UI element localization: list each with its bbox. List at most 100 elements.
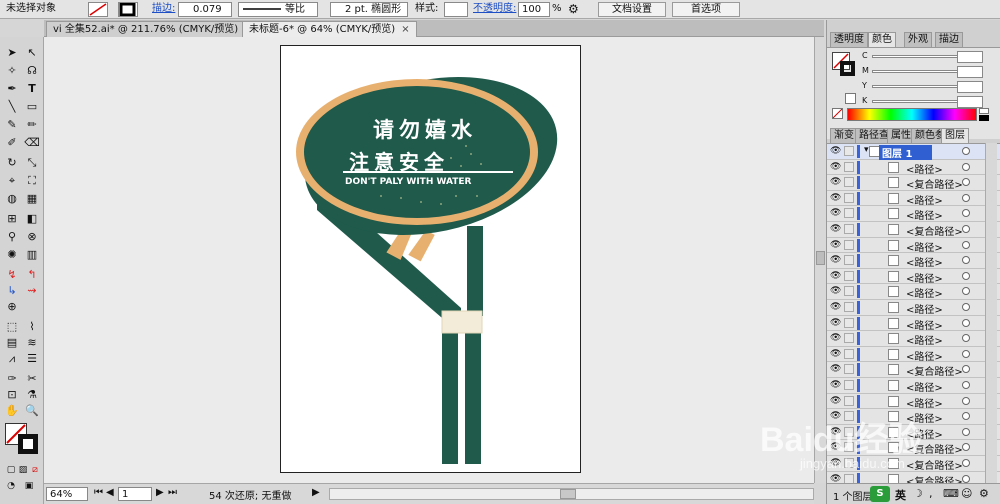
lock-toggle[interactable] — [844, 302, 854, 312]
eye-icon[interactable]: 👁 — [830, 349, 841, 359]
channel-c-field[interactable] — [957, 51, 983, 63]
zoom-field[interactable]: 64% — [46, 487, 88, 501]
custom-tool-b-icon[interactable]: ↰ — [23, 267, 41, 282]
fill-swatch[interactable] — [88, 2, 108, 17]
measure-tool-icon[interactable]: ✑ — [3, 371, 21, 386]
target-icon[interactable] — [962, 147, 970, 155]
vertical-scroll-thumb[interactable] — [816, 251, 825, 265]
layer-row[interactable]: 👁 <路径> — [827, 378, 1000, 394]
target-icon[interactable] — [962, 474, 970, 483]
recolor-icon[interactable]: ⚙ — [568, 2, 579, 17]
layer-row[interactable]: 👁 <路径> — [827, 159, 1000, 176]
white-swatch[interactable] — [979, 108, 989, 114]
lock-toggle[interactable] — [844, 224, 854, 234]
lock-toggle[interactable] — [844, 239, 854, 250]
layer-row[interactable]: 👁 <路径> — [827, 393, 1000, 410]
color-spectrum[interactable] — [847, 108, 977, 121]
target-icon[interactable] — [962, 443, 970, 452]
custom-tool-a-icon[interactable]: ↯ — [3, 267, 21, 282]
eye-icon[interactable]: 👁 — [830, 364, 841, 374]
tab-stroke[interactable]: 描边 — [935, 32, 963, 47]
ime-moon-icon[interactable]: ☽ — [913, 487, 923, 500]
first-page-icon[interactable]: ⏮ — [94, 487, 103, 498]
page-field[interactable]: 1 — [118, 487, 152, 501]
rotate-tool-icon[interactable]: ↻ — [3, 155, 21, 170]
free-transform-icon[interactable]: ⛶ — [23, 173, 41, 188]
eyedropper-icon[interactable]: ⚲ — [3, 229, 21, 244]
panel-stroke-icon[interactable] — [840, 61, 855, 76]
target-icon[interactable] — [962, 427, 970, 436]
target-icon[interactable] — [962, 193, 970, 202]
tab-untitled-6[interactable]: 未标题-6* @ 64% (CMYK/预览) × — [242, 21, 417, 37]
layer-row[interactable]: 👁 <路径> — [827, 315, 1000, 332]
layer-row[interactable]: 👁 <路径> — [827, 253, 1000, 269]
lock-toggle[interactable] — [844, 255, 854, 266]
shape-builder-icon[interactable]: ◍ — [3, 191, 21, 206]
lock-toggle[interactable] — [844, 348, 854, 359]
eraser-icon[interactable]: ⌫ — [23, 135, 41, 150]
paintbrush-icon[interactable]: ✎ — [3, 117, 21, 132]
target-icon[interactable] — [962, 381, 970, 389]
ime-settings-icon[interactable]: ⚙ — [979, 487, 989, 500]
variable-width-profile[interactable]: 等比 — [238, 2, 318, 17]
eye-icon[interactable]: 👁 — [830, 255, 841, 265]
lock-toggle[interactable] — [844, 270, 854, 281]
eye-icon[interactable]: 👁 — [830, 240, 841, 250]
opacity-field[interactable]: 100 — [518, 2, 550, 17]
eye-icon[interactable]: 👁 — [830, 271, 841, 281]
layer-row[interactable]: 👁 <路径> — [827, 346, 1000, 363]
artboard-tool-icon[interactable]: ⬚ — [3, 319, 21, 334]
eye-icon[interactable]: 👁 — [830, 333, 841, 343]
target-icon[interactable] — [962, 334, 970, 343]
black-swatch[interactable] — [979, 115, 989, 121]
none-swatch[interactable] — [832, 108, 843, 119]
target-icon[interactable] — [962, 162, 970, 171]
target-icon[interactable] — [962, 271, 970, 280]
horizontal-scrollbar[interactable] — [329, 488, 814, 500]
knife-tool-icon[interactable]: ✂ — [23, 371, 41, 386]
slice-tool-icon[interactable]: ⌇ — [23, 319, 41, 334]
ime-keyboard-icon[interactable]: ⌨ — [943, 487, 959, 500]
symbol-sprayer-icon[interactable]: ✺ — [3, 247, 21, 262]
eye-icon[interactable]: 👁 — [830, 302, 841, 312]
target-icon[interactable] — [962, 209, 970, 218]
selection-tool-icon[interactable]: ➤ — [3, 45, 21, 60]
pen-tool-icon[interactable]: ✒ — [3, 81, 21, 96]
target-icon[interactable] — [962, 287, 970, 296]
layer-row[interactable]: 👁 <路径> — [827, 331, 1000, 347]
lock-toggle[interactable] — [844, 286, 854, 297]
expand-icon[interactable]: ▾ — [864, 145, 869, 155]
ime-punct-icon[interactable]: , — [929, 487, 933, 500]
draw-normal-icon[interactable]: ◔ — [2, 479, 20, 494]
none-mode-icon[interactable]: ⧄ — [26, 463, 44, 478]
layer-row[interactable]: 👁 <复合路径> — [827, 175, 1000, 191]
target-icon[interactable] — [962, 318, 970, 327]
lock-toggle[interactable] — [844, 333, 854, 344]
target-icon[interactable] — [962, 365, 970, 374]
perspective-grid-icon[interactable]: ▦ — [23, 191, 41, 206]
stroke-color-icon[interactable] — [18, 434, 38, 454]
layer-row[interactable]: 👁 <复合路径> — [827, 362, 1000, 378]
magic-wand-icon[interactable]: ✧ — [3, 63, 21, 78]
lock-toggle[interactable] — [844, 473, 854, 483]
target-icon[interactable] — [962, 256, 970, 265]
target-icon[interactable] — [962, 240, 970, 249]
blend-tool-icon[interactable]: ⊗ — [23, 229, 41, 244]
layer-row[interactable]: 👁 <复合路径> — [827, 471, 1000, 483]
channel-y-field[interactable] — [957, 81, 983, 93]
column-graph-icon[interactable]: ▥ — [23, 247, 41, 262]
rectangle-tool-icon[interactable]: ▭ — [23, 99, 41, 114]
line-tool-icon[interactable]: ╲ — [3, 99, 21, 114]
pencil-icon[interactable]: ✏ — [23, 117, 41, 132]
tab-gradient[interactable]: 渐变 — [830, 128, 858, 143]
lock-toggle[interactable] — [844, 395, 854, 406]
brush-definition[interactable]: 2 pt. 椭圆形 — [330, 2, 408, 17]
tab-layers[interactable]: 图层 — [941, 128, 969, 143]
screen-mode-icon[interactable]: ▣ — [20, 479, 38, 494]
target-icon[interactable] — [962, 225, 970, 233]
artboard[interactable]: 请勿嬉水 注意安全 DON'T PALY WITH WATER — [280, 45, 581, 473]
eye-icon[interactable]: 👁 — [830, 177, 841, 187]
target-icon[interactable] — [962, 303, 970, 311]
lock-toggle[interactable] — [844, 317, 854, 328]
status-menu-icon[interactable]: ▶ — [312, 487, 320, 498]
